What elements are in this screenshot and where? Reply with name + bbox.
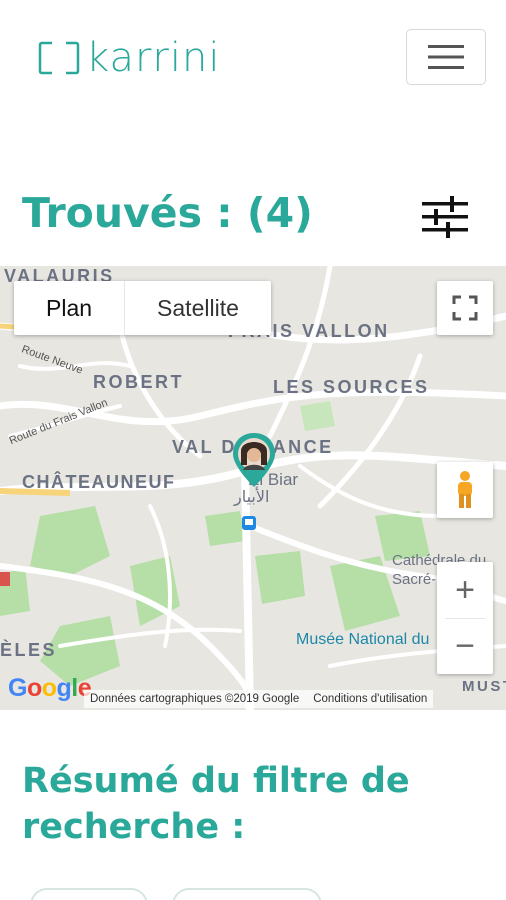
- zoom-control: + −: [437, 562, 493, 674]
- place-label: Musée National du: [296, 631, 430, 648]
- user-location-marker[interactable]: [231, 431, 277, 489]
- zoom-divider: [445, 618, 485, 619]
- sliders-icon: [422, 196, 468, 238]
- fullscreen-icon: [452, 295, 478, 321]
- logo-icon: [38, 41, 80, 75]
- street-view-button[interactable]: [437, 462, 493, 518]
- fullscreen-button[interactable]: [437, 281, 493, 335]
- map-type-control: Plan Satellite: [14, 281, 271, 335]
- zoom-out-button[interactable]: −: [437, 618, 493, 674]
- map-attribution: Données cartographiques ©2019 Google Con…: [84, 690, 434, 708]
- results-count-title: Trouvés : (4): [22, 189, 313, 237]
- terms-link[interactable]: Conditions d'utilisation: [313, 693, 427, 705]
- district-label: ROBERT: [93, 372, 184, 392]
- hamburger-icon: [428, 45, 464, 69]
- header: karrini: [0, 0, 506, 120]
- district-label: MUST: [462, 678, 506, 695]
- brand-logo[interactable]: karrini: [38, 36, 220, 80]
- map-type-satellite-button[interactable]: Satellite: [124, 281, 271, 335]
- transit-icon: [242, 516, 256, 530]
- place-label: الأبيار: [234, 489, 270, 506]
- google-logo[interactable]: Google: [8, 674, 92, 703]
- district-label: LES SOURCES: [273, 377, 430, 397]
- attribution-text: Données cartographiques ©2019 Google: [90, 693, 300, 705]
- filter-button[interactable]: [416, 192, 472, 242]
- zoom-in-button[interactable]: +: [437, 562, 493, 618]
- brand-name: karrini: [86, 35, 221, 81]
- district-label: CHÂTEAUNEUF: [22, 472, 176, 492]
- district-label: ÈLES: [0, 640, 58, 660]
- filter-chip[interactable]: [30, 888, 148, 900]
- pegman-icon: [458, 471, 472, 508]
- filter-summary-title: Résumé du filtre de recherche :: [22, 761, 410, 847]
- filter-chip[interactable]: [172, 888, 322, 900]
- map[interactable]: VALAURIS FRAIS VALLON ROBERT LES SOURCES…: [0, 266, 506, 710]
- map-type-plan-button[interactable]: Plan: [14, 281, 124, 335]
- menu-button[interactable]: [406, 29, 486, 85]
